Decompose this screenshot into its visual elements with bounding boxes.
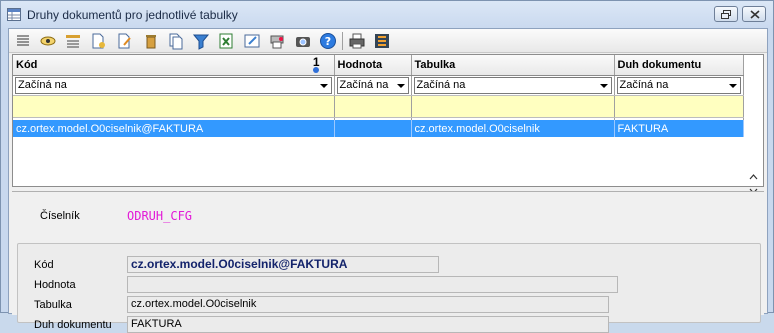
filter-input-duh-dokumentu[interactable] [614,95,744,118]
filter-input-kod[interactable] [13,95,335,118]
column-header-label: Hodnota [337,58,383,71]
field-label-tabulka: Tabulka [34,299,72,311]
chevron-down-icon [728,83,737,88]
table-app-icon [7,8,21,21]
filter-combo-hodnota[interactable]: Začíná na [336,76,409,94]
close-button[interactable] [742,6,766,22]
field-hodnota[interactable] [127,276,618,293]
chevron-down-icon [396,83,405,88]
app-window: Druhy dokumentů pro jednotlivé tabulky ? [0,0,774,333]
column-header-hodnota[interactable]: Hodnota [334,55,412,76]
filter-combo-tabulka[interactable]: Začíná na [413,76,612,94]
edit-record-icon[interactable] [115,32,133,50]
filter-input-hodnota[interactable] [334,95,412,118]
restore-button[interactable] [714,6,738,22]
field-label-kod: Kód [34,259,54,271]
data-grid: Kód 1 Hodnota Tabulka Duh dokumentu Začín… [12,54,764,194]
filter-input-tabulka[interactable] [411,95,615,118]
print-icon[interactable] [348,32,366,50]
toolbar: ? [9,29,767,53]
filter-form-icon[interactable] [64,32,82,50]
detail-panel: Číselník ODRUH_CFG Kód cz.ortex.model.O0… [12,192,764,333]
ciselnik-value: ODRUH_CFG [127,209,193,223]
cell-hodnota[interactable] [334,120,412,137]
filter-combo-duh-dokumentu[interactable]: Začíná na [616,76,741,94]
view-icon[interactable] [39,32,57,50]
cell-duh-dokumentu[interactable]: FAKTURA [614,120,744,137]
cell-kod[interactable]: cz.ortex.model.O0ciselnik@FAKTURA [13,120,335,137]
chevron-down-icon [599,83,608,88]
svg-text:?: ? [325,35,331,48]
table-row[interactable]: cz.ortex.model.O0ciselnik@FAKTURA cz.ort… [13,120,744,137]
list-icon[interactable] [14,32,32,50]
vertical-scrollbar[interactable] [745,171,763,194]
filter-input-row [13,95,744,118]
field-tabulka[interactable]: cz.ortex.model.O0ciselnik [127,296,609,313]
excel-export-icon[interactable] [217,32,235,50]
toolbar-separator [342,32,343,50]
delete-icon[interactable] [142,32,160,50]
column-header-label: Tabulka [414,58,456,71]
camera-icon[interactable] [294,32,312,50]
title-bar[interactable]: Druhy dokumentů pro jednotlivé tabulky [1,1,773,28]
filter-icon[interactable] [192,32,210,50]
copy-record-icon[interactable] [167,32,185,50]
grid-header-row: Kód 1 Hodnota Tabulka Duh dokumentu [13,55,744,76]
settings-icon[interactable] [373,32,391,50]
column-header-label: Kód [16,58,38,71]
grid-table: Kód 1 Hodnota Tabulka Duh dokumentu Začín… [13,55,744,137]
edit-window-icon[interactable] [243,32,261,50]
field-label-hodnota: Hodnota [34,279,76,291]
field-kod[interactable]: cz.ortex.model.O0ciselnik@FAKTURA [127,256,439,273]
window-title: Druhy dokumentů pro jednotlivé tabulky [27,8,238,22]
sort-arrow-icon [312,67,319,73]
chevron-down-icon [319,83,328,88]
print-preview-icon[interactable] [268,32,286,50]
cell-tabulka[interactable]: cz.ortex.model.O0ciselnik [411,120,615,137]
help-icon[interactable]: ? [319,32,337,50]
column-header-label: Duh dokumentu [617,58,702,71]
new-record-icon[interactable] [89,32,107,50]
column-header-tabulka[interactable]: Tabulka [411,55,615,76]
column-header-duh-dokumentu[interactable]: Duh dokumentu [614,55,744,76]
field-label-duh-dokumentu: Duh dokumentu [34,319,112,331]
filter-combo-kod[interactable]: Začíná na [15,76,332,94]
detail-fields-group: Kód cz.ortex.model.O0ciselnik@FAKTURA Ho… [17,243,761,333]
scroll-up-button[interactable] [745,171,762,185]
client-area: ? Kód 1 Hodnota Tabulka Duh dokumentu Zač… [8,28,768,333]
filter-row: Začíná na Začíná na Začíná na Začíná na [13,75,744,96]
column-header-kod[interactable]: Kód 1 [13,55,335,76]
ciselnik-label: Číselník [40,210,80,222]
field-duh-dokumentu[interactable]: FAKTURA [127,316,609,333]
